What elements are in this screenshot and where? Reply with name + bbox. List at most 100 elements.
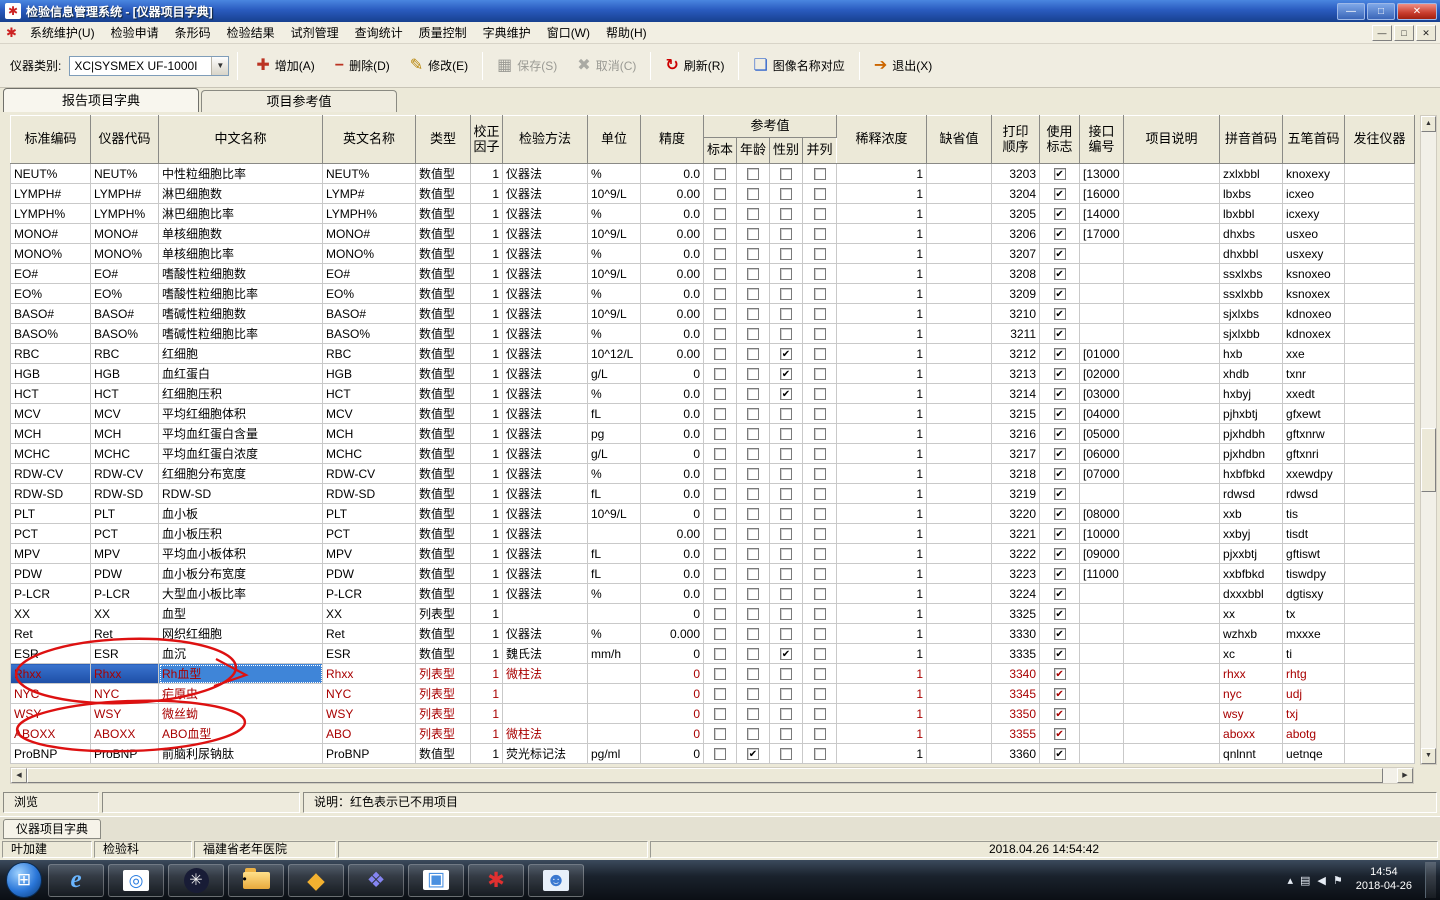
cell-en-name[interactable]: ESR <box>322 643 416 664</box>
cell-device-code[interactable]: HGB <box>90 363 159 384</box>
cell-ref-sample[interactable] <box>703 723 737 744</box>
ref-checkbox[interactable] <box>747 688 759 701</box>
cell-interface-no[interactable]: [08000 <box>1079 503 1125 524</box>
cell-factor[interactable]: 1 <box>470 303 503 324</box>
cell-default-value[interactable] <box>926 423 993 444</box>
cell-ref-parallel[interactable] <box>801 163 838 184</box>
cell-send-device[interactable] <box>1344 223 1416 244</box>
cell-dilution[interactable]: 1 <box>836 423 928 444</box>
cell-std-code[interactable]: ESR <box>10 643 91 664</box>
cell-interface-no[interactable] <box>1079 703 1125 724</box>
cell-precision[interactable]: 0 <box>640 643 704 664</box>
column-header-std-code[interactable]: 标准编码 <box>10 115 91 164</box>
cell-dilution[interactable]: 1 <box>836 623 928 644</box>
cell-method[interactable]: 仪器法 <box>502 263 588 284</box>
cell-cn-name[interactable]: 红细胞压积 <box>158 383 323 404</box>
cell-en-name[interactable]: ProBNP <box>322 743 416 764</box>
cell-ref-parallel[interactable] <box>801 743 838 764</box>
cell-method[interactable]: 仪器法 <box>502 323 588 344</box>
cell-interface-no[interactable]: [03000 <box>1079 383 1125 404</box>
cell-print-order[interactable]: 3217 <box>991 443 1041 464</box>
cell-cn-name[interactable]: 疟原虫 <box>158 683 323 704</box>
cell-ref-age[interactable] <box>736 643 770 664</box>
cell-en-name[interactable]: XX <box>322 603 416 624</box>
cell-unit[interactable]: % <box>587 163 641 184</box>
ref-checkbox[interactable] <box>714 408 726 421</box>
menu-item[interactable]: 字典维护 <box>475 22 539 43</box>
ref-checkbox[interactable] <box>714 668 726 681</box>
cell-item-desc[interactable] <box>1123 543 1221 564</box>
use-flag-checkbox[interactable] <box>1053 608 1066 621</box>
cell-pinyin-code[interactable]: xhdb <box>1219 363 1284 384</box>
ref-checkbox[interactable] <box>780 628 792 641</box>
cell-en-name[interactable]: P-LCR <box>322 583 416 604</box>
cell-en-name[interactable]: BASO% <box>322 323 416 344</box>
cell-ref-sex[interactable] <box>769 663 803 684</box>
cell-print-order[interactable]: 3203 <box>991 163 1041 184</box>
ref-checkbox[interactable] <box>813 448 826 461</box>
cell-pinyin-code[interactable]: xc <box>1219 643 1284 664</box>
use-flag-checkbox[interactable] <box>1053 748 1066 761</box>
cell-cn-name[interactable]: 嗜酸性粒细胞数 <box>158 263 323 284</box>
cell-method[interactable]: 仪器法 <box>502 203 588 224</box>
cell-send-device[interactable] <box>1344 463 1416 484</box>
ref-checkbox[interactable] <box>747 648 759 661</box>
cell-pinyin-code[interactable]: dxxxbbl <box>1219 583 1284 604</box>
cell-cn-name[interactable]: 前脑利尿钠肽 <box>158 743 323 764</box>
ref-checkbox[interactable] <box>714 528 726 541</box>
cell-interface-no[interactable] <box>1079 623 1125 644</box>
cell-device-code[interactable]: EO# <box>90 263 159 284</box>
ref-checkbox[interactable] <box>747 268 759 281</box>
cell-wubi-code[interactable]: usxexy <box>1282 243 1346 264</box>
cell-default-value[interactable] <box>926 223 993 244</box>
cell-interface-no[interactable] <box>1079 283 1125 304</box>
cell-en-name[interactable]: PLT <box>322 503 416 524</box>
cell-wubi-code[interactable]: txj <box>1282 703 1346 724</box>
use-flag-checkbox[interactable] <box>1053 628 1066 641</box>
cell-device-code[interactable]: XX <box>90 603 159 624</box>
cell-pinyin-code[interactable]: aboxx <box>1219 723 1284 744</box>
cell-send-device[interactable] <box>1344 503 1416 524</box>
cell-interface-no[interactable]: [16000 <box>1079 183 1125 204</box>
cell-precision[interactable]: 0.0 <box>640 403 704 424</box>
cell-send-device[interactable] <box>1344 483 1416 504</box>
ref-checkbox[interactable] <box>714 708 726 721</box>
cell-ref-sample[interactable] <box>703 683 737 704</box>
cell-use-flag[interactable] <box>1039 223 1081 244</box>
cell-type[interactable]: 数值型 <box>415 343 471 364</box>
cell-device-code[interactable]: WSY <box>90 703 159 724</box>
cell-device-code[interactable]: ABOXX <box>90 723 159 744</box>
ref-checkbox[interactable] <box>747 468 759 481</box>
column-header-ref-sample[interactable]: 标本 <box>703 137 737 164</box>
cell-factor[interactable]: 1 <box>470 343 503 364</box>
cell-ref-sex[interactable] <box>769 223 803 244</box>
cell-ref-age[interactable] <box>736 483 770 504</box>
cell-type[interactable]: 数值型 <box>415 543 471 564</box>
ref-checkbox[interactable] <box>813 388 826 401</box>
cell-ref-sex[interactable] <box>769 623 803 644</box>
cell-std-code[interactable]: PLT <box>10 503 91 524</box>
cell-type[interactable]: 数值型 <box>415 383 471 404</box>
cell-default-value[interactable] <box>926 583 993 604</box>
column-header-item-desc[interactable]: 项目说明 <box>1123 115 1221 164</box>
cell-en-name[interactable]: MCHC <box>322 443 416 464</box>
column-header-wubi-code[interactable]: 五笔首码 <box>1282 115 1346 164</box>
cell-use-flag[interactable] <box>1039 383 1081 404</box>
cell-device-code[interactable]: MCHC <box>90 443 159 464</box>
image-map-button[interactable]: ❏ 图像名称对应 <box>743 51 854 80</box>
ref-checkbox[interactable] <box>714 428 726 441</box>
ref-checkbox[interactable] <box>780 608 792 621</box>
cell-type[interactable]: 数值型 <box>415 243 471 264</box>
cell-ref-parallel[interactable] <box>801 683 838 704</box>
cell-std-code[interactable]: RBC <box>10 343 91 364</box>
vertical-scroll-thumb[interactable] <box>1421 428 1436 492</box>
cell-precision[interactable]: 0.0 <box>640 323 704 344</box>
cell-pinyin-code[interactable]: xxbyj <box>1219 523 1284 544</box>
ref-checkbox[interactable] <box>714 188 726 201</box>
cell-wubi-code[interactable]: rhtg <box>1282 663 1346 684</box>
menu-item[interactable]: 系统维护(U) <box>22 22 103 43</box>
cell-dilution[interactable]: 1 <box>836 163 928 184</box>
cell-ref-parallel[interactable] <box>801 463 838 484</box>
ref-checkbox[interactable] <box>813 548 826 561</box>
use-flag-checkbox[interactable] <box>1053 588 1066 601</box>
